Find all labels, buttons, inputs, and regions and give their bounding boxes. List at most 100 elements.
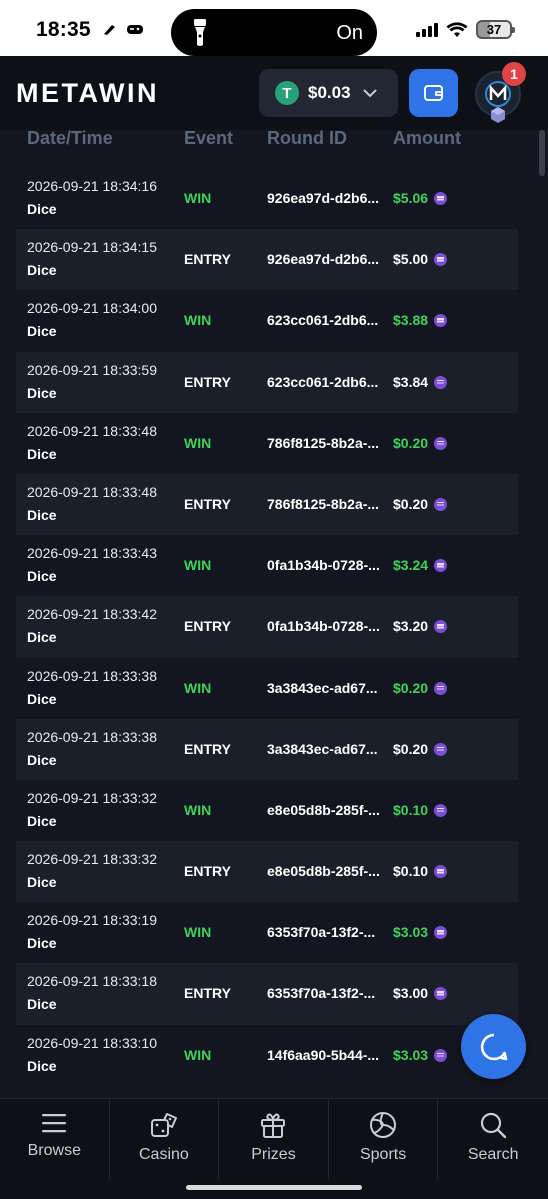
table-row[interactable]: 2026-09-21 18:33:48 Dice WIN 786f8125-8b2a-… (16, 413, 518, 474)
amount-value: $0.20 (393, 740, 429, 757)
currency-coin-icon (434, 926, 448, 940)
row-round-id[interactable]: 6353f70a-13f2-... (267, 985, 375, 1001)
col-header-round-id[interactable]: Round ID (267, 128, 347, 149)
row-round-id[interactable]: 623cc061-2db6... (267, 374, 378, 390)
row-event: ENTRY (184, 495, 231, 512)
table-row[interactable]: 2026-09-21 18:33:19 Dice WIN 6353f70a-13f2-… (16, 902, 518, 963)
row-datetime: 2026-09-21 18:33:38 (27, 667, 157, 684)
nav-label: Search (467, 1146, 519, 1163)
row-datetime: 2026-09-21 18:33:48 (27, 422, 157, 439)
currency-coin-icon (434, 375, 448, 389)
nav-browse[interactable]: Browse (0, 1099, 110, 1179)
table-row[interactable]: 2026-09-21 18:33:32 Dice ENTRY e8e05d8b-285… (16, 841, 518, 903)
row-round-id[interactable]: 623cc061-2db6... (267, 312, 378, 328)
row-round-id[interactable]: 786f8125-8b2a-... (267, 435, 379, 451)
status-left-icons (102, 22, 144, 36)
col-header-amount[interactable]: Amount (393, 128, 461, 149)
row-round-id[interactable]: 6353f70a-13f2-... (267, 924, 375, 940)
tether-icon: T (275, 81, 299, 105)
chat-button[interactable] (461, 1014, 526, 1079)
row-game: Dice (27, 323, 57, 340)
col-header-event[interactable]: Event (184, 128, 233, 149)
row-datetime: 2026-09-21 18:33:38 (27, 728, 157, 745)
amount-value: $3.24 (393, 557, 429, 574)
flashlight-status: On (336, 22, 363, 44)
nav-label: Prizes (251, 1146, 296, 1163)
signal-icon (416, 22, 438, 37)
table-row[interactable]: 2026-09-21 18:34:00 Dice WIN 623cc061-2db6.… (16, 290, 518, 351)
nav-search[interactable]: Search (438, 1099, 548, 1179)
currency-coin-icon (434, 497, 448, 511)
nav-sports[interactable]: Sports (329, 1099, 439, 1179)
table-row[interactable]: 2026-09-21 18:33:59 Dice ENTRY 623cc061-2db… (16, 351, 518, 413)
row-event: WIN (184, 924, 212, 941)
row-round-id[interactable]: e8e05d8b-285f-... (267, 802, 380, 818)
row-round-id[interactable]: 0fa1b34b-0728-... (267, 557, 380, 573)
row-amount: $0.10 (393, 863, 448, 879)
row-event: WIN (184, 679, 212, 696)
row-round-id[interactable]: e8e05d8b-285f-... (267, 863, 380, 879)
row-event: WIN (184, 801, 212, 818)
row-datetime: 2026-09-21 18:33:19 (27, 912, 157, 929)
row-round-id[interactable]: 14f6aa90-5b44-... (267, 1047, 379, 1063)
wallet-button[interactable] (409, 69, 458, 117)
amount-value: $5.00 (393, 251, 429, 268)
amount-value: $5.06 (393, 190, 429, 206)
nav-casino[interactable]: Casino (110, 1099, 220, 1179)
row-datetime: 2026-09-21 18:33:10 (27, 1034, 157, 1051)
home-indicator[interactable] (186, 1185, 362, 1190)
currency-coin-icon (434, 803, 448, 817)
balance-dropdown-button[interactable]: T $0.03 (259, 69, 398, 117)
row-round-id[interactable]: 0fa1b34b-0728-... (267, 618, 380, 634)
row-round-id[interactable]: 926ea97d-d2b6... (267, 190, 379, 206)
row-round-id[interactable]: 3a3843ec-ad67... (267, 741, 378, 757)
table-row[interactable]: 2026-09-21 18:33:10 Dice WIN 14f6aa90-5b44-… (16, 1025, 518, 1086)
row-game: Dice (27, 201, 57, 217)
amount-value: $3.03 (393, 924, 429, 941)
wallet-icon (423, 85, 443, 101)
table-row[interactable]: 2026-09-21 18:33:32 Dice WIN e8e05d8b-285f-… (16, 780, 518, 841)
row-amount: $0.20 (393, 740, 448, 757)
nav-label: Sports (359, 1146, 407, 1163)
row-amount: $3.03 (393, 924, 448, 941)
row-datetime: 2026-09-21 18:33:32 (27, 789, 157, 806)
currency-coin-icon (434, 681, 448, 695)
row-game: Dice (27, 262, 57, 279)
table-row[interactable]: 2026-09-21 18:33:42 Dice ENTRY 0fa1b34b-072… (16, 596, 518, 658)
table-row[interactable]: 2026-09-21 18:33:43 Dice WIN 0fa1b34b-0728-… (16, 535, 518, 596)
row-game: Dice (27, 935, 57, 952)
amount-value: $0.20 (393, 495, 429, 512)
amount-value: $3.03 (393, 1046, 429, 1063)
row-amount: $3.88 (393, 312, 448, 328)
table-row[interactable]: 2026-09-21 18:33:38 Dice ENTRY 3a3843ec-ad6… (16, 718, 518, 780)
table-row[interactable]: 2026-09-21 18:33:18 Dice ENTRY 6353f70a-13f… (16, 963, 518, 1025)
currency-coin-icon (434, 865, 448, 879)
row-game: Dice (27, 629, 57, 646)
table-row[interactable]: 2026-09-21 18:33:48 Dice ENTRY 786f8125-8b2… (16, 473, 518, 536)
row-datetime: 2026-09-21 18:34:00 (27, 300, 157, 317)
row-event: ENTRY (184, 985, 231, 1002)
row-round-id[interactable]: 926ea97d-d2b6... (267, 251, 379, 267)
row-round-id[interactable]: 786f8125-8b2a-... (267, 496, 379, 512)
currency-coin-icon (434, 559, 448, 573)
row-game: Dice (27, 690, 57, 707)
amount-value: $0.20 (393, 434, 429, 451)
pencil-icon (104, 25, 115, 35)
row-datetime: 2026-09-21 18:34:15 (27, 239, 157, 256)
nav-prizes[interactable]: Prizes (219, 1099, 329, 1179)
row-round-id[interactable]: 3a3843ec-ad67... (267, 680, 378, 696)
table-row[interactable]: 2026-09-21 18:34:15 Dice ENTRY 926ea97d-d2b… (16, 229, 518, 291)
row-game: Dice (27, 445, 57, 462)
currency-coin-icon (434, 192, 448, 205)
row-amount: $0.20 (393, 680, 448, 696)
scrollbar-thumb[interactable] (539, 130, 545, 176)
status-right-icons: 37 (416, 20, 515, 39)
nav-label: Browse (27, 1142, 81, 1159)
table-row[interactable]: 2026-09-21 18:33:38 Dice WIN 3a3843ec-ad67.… (16, 658, 518, 719)
notification-badge[interactable]: 1 (502, 62, 526, 86)
metawin-logo[interactable]: METAWIN (16, 78, 159, 109)
row-amount: $3.20 (393, 618, 448, 634)
table-row[interactable]: 2026-09-21 18:34:16 Dice WIN 926ea97d-d2b6.… (16, 168, 518, 229)
chevron-down-icon (363, 89, 377, 97)
col-header-datetime[interactable]: Date/Time (27, 128, 113, 149)
